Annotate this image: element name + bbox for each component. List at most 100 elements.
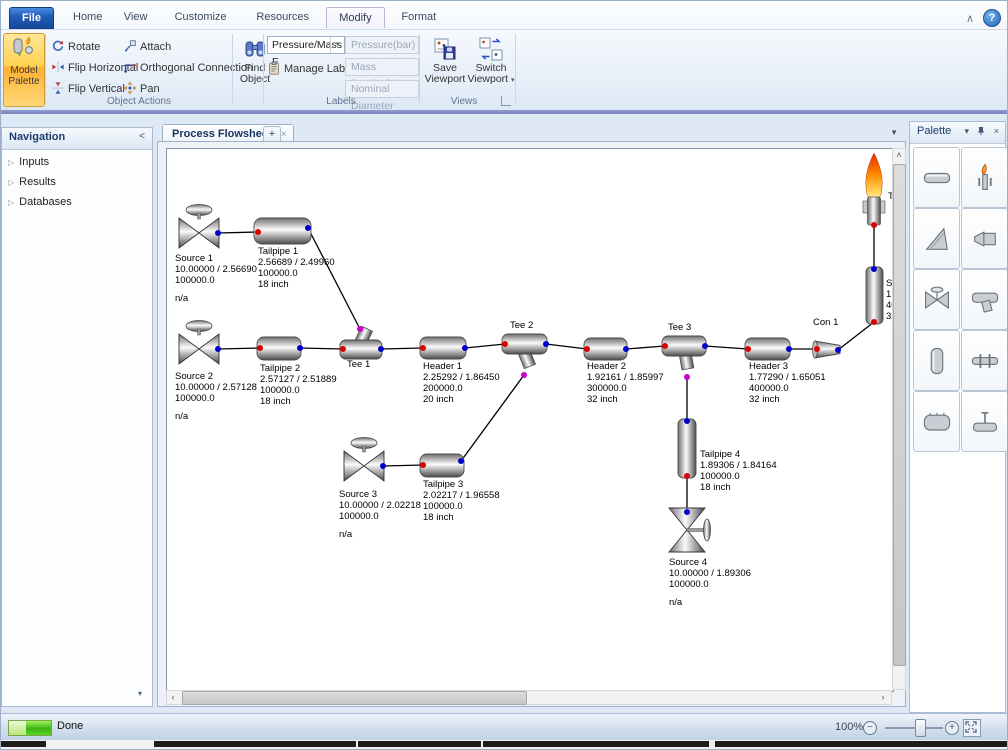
- port-magenta[interactable]: [521, 372, 527, 378]
- palette-item-pipe[interactable]: [913, 147, 960, 208]
- port-blue[interactable]: [462, 345, 468, 351]
- port-blue[interactable]: [684, 509, 690, 515]
- node-source4[interactable]: [669, 508, 711, 552]
- connector-line[interactable]: [218, 232, 258, 233]
- port-blue[interactable]: [458, 458, 464, 464]
- ribbon-tab-modify[interactable]: Modify: [326, 7, 384, 28]
- port-red[interactable]: [871, 319, 877, 325]
- zoom-slider-track[interactable]: [885, 727, 943, 729]
- node-tailpipe1[interactable]: [254, 218, 311, 244]
- port-blue[interactable]: [623, 346, 629, 352]
- port-blue[interactable]: [786, 346, 792, 352]
- connector-line[interactable]: [383, 465, 423, 466]
- scroll-right-icon[interactable]: ›: [877, 692, 889, 704]
- ribbon-tab-format[interactable]: Format: [389, 7, 448, 27]
- expand-icon[interactable]: ▷: [8, 178, 14, 187]
- port-red[interactable]: [814, 346, 820, 352]
- tab-list-dropdown-icon[interactable]: ▼: [890, 128, 898, 137]
- ribbon-tab-home[interactable]: Home: [61, 7, 114, 27]
- connector-line[interactable]: [218, 348, 260, 349]
- port-red[interactable]: [745, 346, 751, 352]
- palette-item-flare[interactable]: [913, 208, 960, 269]
- port-blue[interactable]: [835, 347, 841, 353]
- ribbon-tab-view[interactable]: View: [112, 7, 160, 27]
- rotate-button[interactable]: Rotate: [51, 38, 100, 56]
- sidebar-item-inputs[interactable]: ▷Inputs: [8, 156, 49, 168]
- port-blue[interactable]: [380, 463, 386, 469]
- ribbon-tab-resources[interactable]: Resources: [244, 7, 321, 27]
- connector-line[interactable]: [705, 346, 748, 349]
- port-blue[interactable]: [702, 343, 708, 349]
- port-red[interactable]: [420, 462, 426, 468]
- attach-button[interactable]: Attach: [123, 38, 171, 56]
- palette-item-tee[interactable]: [961, 269, 1008, 330]
- port-red[interactable]: [255, 229, 261, 235]
- chevron-down-icon[interactable]: ▾: [330, 37, 344, 53]
- connector-line[interactable]: [546, 344, 587, 349]
- scroll-left-icon[interactable]: ‹: [167, 692, 179, 704]
- zoom-in-button[interactable]: +: [945, 721, 959, 735]
- port-red[interactable]: [684, 473, 690, 479]
- close-icon[interactable]: ×: [994, 126, 999, 136]
- ribbon-tab-file[interactable]: File: [9, 7, 54, 29]
- connector-line[interactable]: [381, 348, 423, 349]
- palette-item-cone-connector[interactable]: [961, 208, 1008, 269]
- node-header3[interactable]: [745, 338, 790, 360]
- node-tee3[interactable]: [662, 336, 706, 370]
- port-magenta[interactable]: [684, 374, 690, 380]
- zoom-slider-thumb[interactable]: [915, 719, 926, 737]
- views-dialog-launcher-icon[interactable]: [501, 96, 511, 106]
- port-blue[interactable]: [684, 418, 690, 424]
- expand-icon[interactable]: ▷: [8, 198, 14, 207]
- port-red[interactable]: [871, 222, 877, 228]
- port-red[interactable]: [584, 346, 590, 352]
- node-tip1[interactable]: [863, 153, 885, 225]
- minimize-ribbon-icon[interactable]: ∧: [966, 12, 974, 25]
- zoom-out-button[interactable]: −: [863, 721, 877, 735]
- node-header2[interactable]: [584, 338, 627, 360]
- horizontal-scrollbar-thumb[interactable]: [182, 691, 527, 705]
- palette-item-relief-pipe[interactable]: [961, 391, 1008, 452]
- port-blue[interactable]: [871, 266, 877, 272]
- fit-to-window-button[interactable]: [963, 719, 981, 737]
- node-tailpipe3[interactable]: [420, 454, 464, 477]
- palette-menu-icon[interactable]: ▾: [964, 126, 969, 137]
- node-tee2[interactable]: [502, 334, 547, 369]
- node-tailpipe2[interactable]: [257, 337, 301, 360]
- sidebar-item-results[interactable]: ▷Results: [8, 176, 56, 188]
- node-stack1[interactable]: [866, 267, 883, 324]
- palette-item-tank[interactable]: [913, 391, 960, 452]
- connector-line[interactable]: [300, 348, 343, 349]
- new-tab-button[interactable]: +: [263, 126, 281, 142]
- help-icon[interactable]: ?: [983, 9, 1001, 27]
- save-viewport-button[interactable]: Save Viewport: [423, 35, 467, 101]
- chevron-down-icon[interactable]: ▾: [138, 689, 142, 698]
- palette-item-flanged-pipe[interactable]: [961, 330, 1008, 391]
- palette-item-flare-tip[interactable]: [961, 147, 1008, 208]
- flowsheet-drawing-area[interactable]: Source 110.00000 / 2.56690100000.0n/aTai…: [166, 148, 894, 692]
- connector-line[interactable]: [461, 375, 524, 461]
- node-source1[interactable]: [179, 205, 219, 249]
- port-magenta[interactable]: [357, 326, 363, 332]
- collapse-panel-icon[interactable]: <: [139, 131, 145, 142]
- connector-line[interactable]: [308, 228, 360, 329]
- close-tab-icon[interactable]: ×: [281, 129, 287, 140]
- node-source3[interactable]: [344, 438, 384, 482]
- port-red[interactable]: [662, 343, 668, 349]
- expand-icon[interactable]: ▷: [8, 158, 14, 167]
- process-flowsheet[interactable]: Source 110.00000 / 2.56690100000.0n/aTai…: [167, 149, 893, 691]
- palette-item-separator[interactable]: [913, 330, 960, 391]
- node-header1[interactable]: [420, 337, 466, 359]
- label-type-dropdown[interactable]: Pressure/Mass F ▾: [267, 36, 345, 54]
- port-red[interactable]: [257, 345, 263, 351]
- port-red[interactable]: [502, 341, 508, 347]
- node-source2[interactable]: [179, 321, 219, 365]
- scroll-up-icon[interactable]: ˄: [893, 150, 905, 162]
- connector-line[interactable]: [838, 322, 874, 350]
- port-blue[interactable]: [543, 341, 549, 347]
- node-tailpipe4[interactable]: [678, 419, 696, 478]
- vertical-scrollbar-thumb[interactable]: [893, 164, 906, 666]
- port-blue[interactable]: [215, 230, 221, 236]
- port-blue[interactable]: [297, 345, 303, 351]
- sidebar-item-databases[interactable]: ▷Databases: [8, 196, 72, 208]
